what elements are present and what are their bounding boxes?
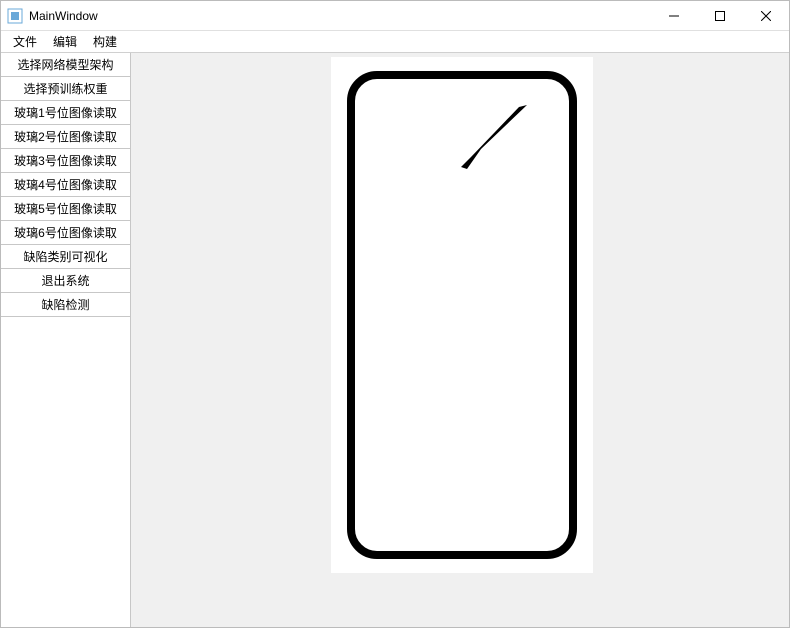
sidebar-item-label: 玻璃4号位图像读取 [14, 176, 117, 193]
menu-label: 文件 [13, 35, 37, 49]
maximize-button[interactable] [697, 1, 743, 30]
sidebar-item-label: 玻璃6号位图像读取 [14, 224, 117, 241]
sidebar-item-glass-3[interactable]: 玻璃3号位图像读取 [1, 149, 130, 173]
sidebar: 选择网络模型架构 选择预训练权重 玻璃1号位图像读取 玻璃2号位图像读取 玻璃3… [1, 53, 131, 627]
canvas-area [131, 53, 789, 627]
sidebar-item-exit[interactable]: 退出系统 [1, 269, 130, 293]
main-window: MainWindow 文件 编辑 构建 选择网络模型架构 选择预训练权重 玻璃1… [0, 0, 790, 628]
sidebar-item-defect-visual[interactable]: 缺陷类别可视化 [1, 245, 130, 269]
menubar: 文件 编辑 构建 [1, 31, 789, 53]
body: 选择网络模型架构 选择预训练权重 玻璃1号位图像读取 玻璃2号位图像读取 玻璃3… [1, 53, 789, 627]
window-title: MainWindow [29, 9, 98, 23]
titlebar-left: MainWindow [7, 8, 98, 24]
sidebar-item-label: 选择网络模型架构 [17, 56, 113, 73]
close-button[interactable] [743, 1, 789, 30]
menu-edit[interactable]: 编辑 [45, 31, 85, 52]
sidebar-item-label: 玻璃5号位图像读取 [14, 200, 117, 217]
minimize-button[interactable] [651, 1, 697, 30]
sidebar-item-label: 玻璃2号位图像读取 [14, 128, 117, 145]
sidebar-item-glass-6[interactable]: 玻璃6号位图像读取 [1, 221, 130, 245]
sidebar-item-select-weights[interactable]: 选择预训练权重 [1, 77, 130, 101]
sidebar-item-label: 缺陷类别可视化 [23, 248, 107, 265]
sidebar-item-glass-1[interactable]: 玻璃1号位图像读取 [1, 101, 130, 125]
glass-image [331, 57, 593, 573]
titlebar-controls [651, 1, 789, 30]
menu-file[interactable]: 文件 [5, 31, 45, 52]
sidebar-item-label: 玻璃1号位图像读取 [14, 104, 117, 121]
image-panel [331, 57, 593, 573]
sidebar-item-label: 选择预训练权重 [23, 80, 107, 97]
sidebar-item-label: 缺陷检测 [41, 296, 89, 313]
sidebar-item-glass-2[interactable]: 玻璃2号位图像读取 [1, 125, 130, 149]
titlebar: MainWindow [1, 1, 789, 31]
menu-label: 编辑 [53, 35, 77, 49]
sidebar-item-glass-4[interactable]: 玻璃4号位图像读取 [1, 173, 130, 197]
app-icon [7, 8, 23, 24]
menu-label: 构建 [93, 35, 117, 49]
sidebar-item-select-model[interactable]: 选择网络模型架构 [1, 53, 130, 77]
sidebar-item-label: 玻璃3号位图像读取 [14, 152, 117, 169]
sidebar-item-glass-5[interactable]: 玻璃5号位图像读取 [1, 197, 130, 221]
sidebar-item-label: 退出系统 [41, 272, 89, 289]
sidebar-item-defect-detect[interactable]: 缺陷检测 [1, 293, 130, 317]
menu-build[interactable]: 构建 [85, 31, 125, 52]
